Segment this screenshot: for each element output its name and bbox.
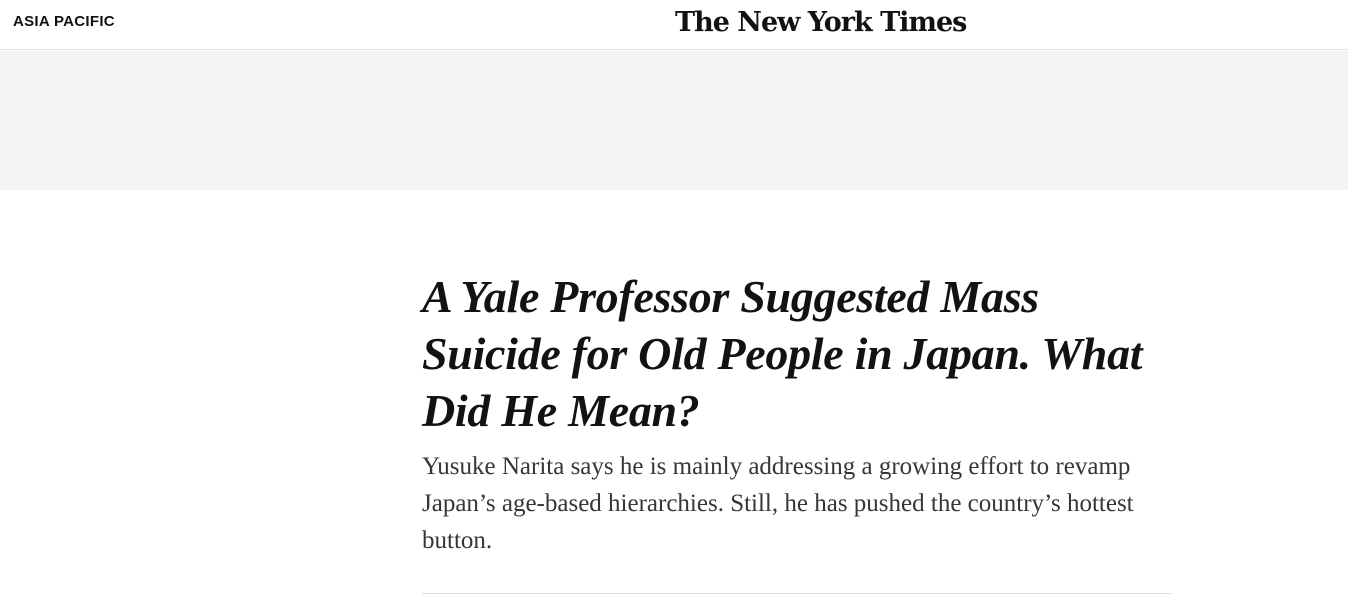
nyt-logo[interactable]: The New York Times xyxy=(675,5,967,41)
article-summary: Yusuke Narita says he is mainly addressi… xyxy=(422,453,1134,554)
article-headline: A Yale Professor Suggested Mass Suicide … xyxy=(422,271,1143,436)
divider xyxy=(422,593,1172,594)
section-link-asia-pacific[interactable]: ASIA PACIFIC xyxy=(13,12,115,32)
ad-banner-placeholder xyxy=(0,51,1348,190)
masthead: ASIA PACIFIC The New York Times xyxy=(0,0,1348,50)
